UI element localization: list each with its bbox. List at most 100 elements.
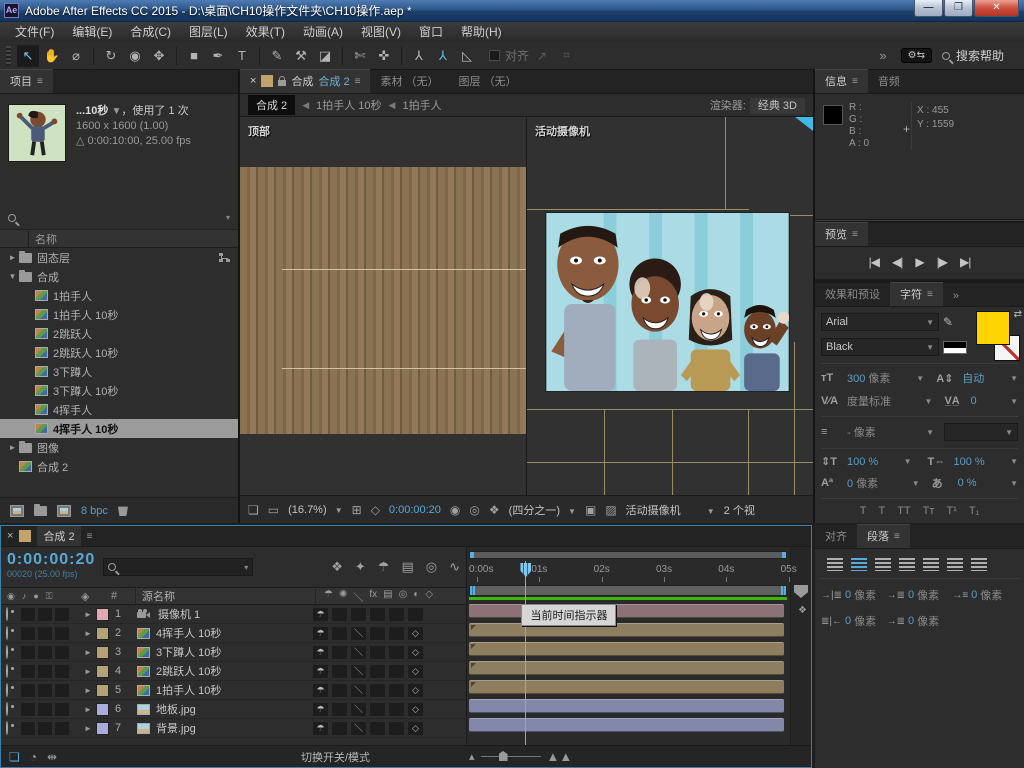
brush-tool[interactable]: ✎	[266, 45, 288, 67]
toggle-switches-modes-button[interactable]: 切换开关/模式	[301, 749, 370, 765]
project-bit-depth[interactable]: 8 bpc	[81, 505, 108, 517]
align-button-3[interactable]	[899, 558, 915, 571]
roto-brush-tool[interactable]: ✄	[349, 45, 371, 67]
layer-label-swatch[interactable]	[96, 627, 109, 640]
quality-switch[interactable]: ＼	[351, 665, 366, 678]
breadcrumb-current[interactable]: 合成 2	[248, 95, 295, 115]
help-search-input[interactable]: 搜索帮助	[956, 47, 1004, 64]
faux-style-button[interactable]: T	[878, 505, 885, 517]
font-family-select[interactable]: Arial▼	[821, 313, 939, 331]
frame-blend-switch[interactable]	[389, 703, 404, 716]
lock-column-icon[interactable]: ⚿	[46, 591, 53, 602]
lock-switch[interactable]	[55, 646, 69, 659]
project-search-field[interactable]: ▾	[0, 206, 238, 230]
black-white-swatch[interactable]	[943, 341, 967, 354]
project-columns-header[interactable]: 名称	[0, 230, 238, 248]
comp-mini-flowchart-icon[interactable]: ❖	[331, 559, 343, 575]
mask-visibility-icon[interactable]: ◇	[371, 503, 380, 517]
collapse-switch[interactable]	[332, 646, 347, 659]
solo-switch[interactable]	[38, 703, 52, 716]
timeline-search-field[interactable]: ▾	[103, 558, 253, 576]
switch-header-icon-2[interactable]: ＼	[353, 589, 363, 604]
panel-menu-icon[interactable]: ≡	[37, 76, 43, 87]
layer-label-swatch[interactable]	[96, 722, 109, 735]
layer-twirl-icon[interactable]: ►	[80, 629, 96, 638]
align-button-6[interactable]	[971, 558, 987, 571]
3d-view-select[interactable]: 活动摄像机 ▼	[626, 502, 715, 518]
font-style-select[interactable]: Black▼	[821, 338, 939, 356]
eraser-tool[interactable]: ◪	[314, 45, 336, 67]
collapse-switch[interactable]	[332, 608, 347, 621]
footage-dropdown-icon[interactable]: ▼	[111, 106, 121, 117]
layer-row[interactable]: ►7背景.jpg☂＼◇	[1, 719, 466, 738]
expand-layer-switches-icon[interactable]: ❏	[9, 750, 20, 764]
time-ruler[interactable]: 0:00s01s02s03s04s05s	[469, 561, 787, 583]
layer-duration-bar[interactable]	[469, 604, 784, 618]
layer-duration-bar[interactable]	[469, 642, 784, 656]
panel-menu-icon[interactable]: ≡	[355, 76, 361, 87]
audio-column-icon[interactable]: ♪	[22, 591, 27, 601]
expand-inout-columns-icon[interactable]: ⇹	[47, 750, 57, 764]
view-active-camera[interactable]: 活动摄像机	[527, 117, 813, 495]
align-button-1[interactable]	[851, 558, 867, 571]
baseline-shift-value[interactable]: 0 像素	[847, 475, 878, 491]
roi-icon[interactable]: ▣	[585, 503, 596, 517]
pen-tool[interactable]: ✒	[207, 45, 229, 67]
panel-menu-icon[interactable]: ≡	[894, 531, 900, 542]
layer-row[interactable]: ►51拍手人 10秒☂＼◇	[1, 681, 466, 700]
3d-switch[interactable]: ◇	[408, 627, 423, 640]
flowchart-icon[interactable]	[219, 253, 230, 262]
panel-close-icon[interactable]: ×	[7, 530, 13, 542]
tab-preview[interactable]: 预览≡	[815, 222, 868, 246]
effects-switch[interactable]	[370, 608, 385, 621]
rotation-tool[interactable]: ↻	[100, 45, 122, 67]
quality-switch[interactable]: ＼	[351, 703, 366, 716]
eye-icon[interactable]	[6, 626, 8, 640]
snapshot-icon[interactable]: ◉	[450, 503, 460, 517]
solo-switch[interactable]	[38, 665, 52, 678]
effects-switch[interactable]	[370, 684, 385, 697]
source-name-column-header[interactable]: 源名称	[135, 588, 315, 604]
tab-footage[interactable]: 素材 （无）	[370, 70, 448, 93]
lock-switch[interactable]	[55, 684, 69, 697]
layer-duration-bar[interactable]	[469, 661, 784, 675]
always-preview-icon[interactable]: ❏	[248, 503, 259, 517]
expand-transfer-controls-icon[interactable]: ◔	[30, 750, 37, 764]
tab-composition[interactable]: × 合成 合成 2 ≡	[240, 69, 370, 93]
project-tree-item[interactable]: 4挥手人 10秒	[0, 419, 238, 438]
prev-frame-button[interactable]: ◀|	[892, 255, 902, 269]
layer-row[interactable]: ►24挥手人 10秒☂＼◇	[1, 624, 466, 643]
leading-value[interactable]: 自动	[962, 370, 984, 386]
switch-header-icon-3[interactable]: fx	[369, 589, 377, 604]
current-time-display[interactable]: 0:00:00:20 00020 (25.00 fps)	[7, 552, 95, 582]
panel-overflow-icon[interactable]: »	[943, 287, 969, 306]
primary-viewer-icon[interactable]: ▭	[268, 503, 279, 517]
menu-item[interactable]: 效果(T)	[237, 22, 294, 42]
effects-switch[interactable]	[370, 646, 385, 659]
expand-bounds-icon[interactable]: ↗	[537, 49, 547, 63]
panel-menu-icon[interactable]: ≡	[852, 229, 858, 240]
layer-duration-bar[interactable]	[469, 623, 784, 637]
view-axis-mode[interactable]: ◺	[456, 45, 478, 67]
layer-duration-bar[interactable]	[469, 718, 784, 732]
zoom-slider-handle[interactable]	[499, 751, 508, 761]
vertical-scale-value[interactable]: 100 %	[847, 456, 878, 468]
puppet-pin-tool[interactable]: ✜	[373, 45, 395, 67]
switch-header-icon-5[interactable]: ◎	[399, 589, 408, 604]
magnification-select[interactable]: (16.7%) ▼	[288, 504, 343, 516]
solo-switch[interactable]	[38, 608, 52, 621]
timeline-navigator-bar[interactable]	[469, 551, 787, 559]
resolution-select[interactable]: (四分之一) ▼	[509, 502, 576, 518]
switch-header-icon-1[interactable]: ✺	[339, 589, 347, 604]
align-button-4[interactable]	[923, 558, 939, 571]
faux-style-button[interactable]: T¹	[946, 505, 956, 517]
tab-info[interactable]: 信息≡	[815, 69, 868, 93]
menu-item[interactable]: 文件(F)	[6, 22, 63, 42]
view-top[interactable]: 顶部	[240, 117, 527, 495]
project-tree-item[interactable]: 2跳跃人 10秒	[0, 343, 238, 362]
quality-switch[interactable]: ＼	[351, 684, 366, 697]
stroke-width-value[interactable]: - 像素	[847, 424, 876, 440]
frame-blend-switch[interactable]	[389, 684, 404, 697]
tab-paragraph[interactable]: 段落≡	[857, 524, 910, 548]
menu-item[interactable]: 动画(A)	[294, 22, 352, 42]
